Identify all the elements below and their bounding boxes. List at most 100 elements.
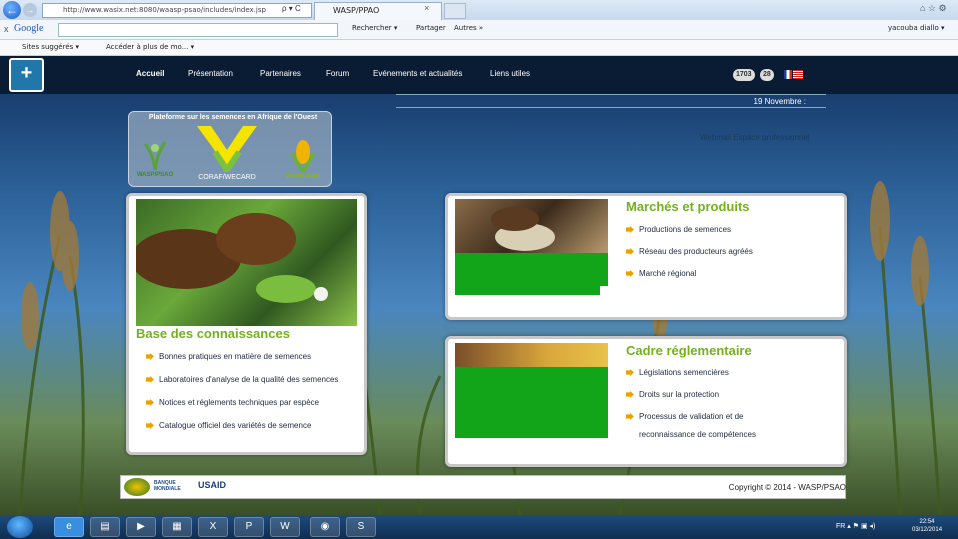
link-label: Catalogue officiel des variétés de semen… [159,421,312,430]
seed-hands-photo [136,199,357,326]
search-button[interactable]: Rechercher ▾ [352,24,397,32]
access-more-link[interactable]: Accéder à plus de mo... ▾ [106,43,194,51]
markets-link[interactable]: Réseau des producteurs agréés [626,247,774,269]
french-flag-icon[interactable] [784,70,792,79]
green-placeholder [455,253,608,286]
link-label: Processus de validation et de [639,412,744,421]
nav-liens-utiles[interactable]: Liens utiles [490,69,530,78]
excel-taskbar-icon[interactable]: X [198,517,228,537]
clock-time: 22:54 [919,519,935,525]
home-logo-icon[interactable]: + [9,58,44,92]
arrow-bullet-icon [626,391,634,398]
nav-accueil[interactable]: Accueil [136,69,164,78]
green-placeholder [455,410,608,438]
nav-partenaires[interactable]: Partenaires [260,69,301,78]
powerpoint-taskbar-icon[interactable]: P [234,517,264,537]
maize-photo [455,343,608,367]
address-controls[interactable]: ρ ▾ C [282,4,301,13]
nav-evenements[interactable]: Evénements et actualités [373,69,462,78]
suggested-sites-link[interactable]: Sites suggérés ▾ [22,43,79,51]
close-toolbar-icon[interactable]: x [4,24,9,34]
arrow-bullet-icon [146,422,154,429]
share-button[interactable]: Partager [416,24,446,32]
world-bank-logo[interactable]: BANQUE MONDIALE [154,480,194,494]
beans-photo [455,199,608,253]
new-tab-button[interactable] [444,3,466,19]
chrome-taskbar-icon[interactable]: ◉ [310,517,340,537]
coraf-label: CORAF/WECARD [198,174,256,181]
knowledge-link[interactable]: Bonnes pratiques en matière de semences [146,352,356,375]
regulatory-links: Législations semencières Droits sur la p… [626,368,776,444]
knowledge-link[interactable]: Notices et réglements techniques par esp… [146,398,356,421]
link-label: Bonnes pratiques en matière de semences [159,352,312,361]
arrow-bullet-icon [626,270,634,277]
user-menu[interactable]: yacouba diallo ▾ [888,24,945,32]
google-logo: Google [14,23,44,34]
word-taskbar-icon[interactable]: W [270,517,300,537]
back-button[interactable]: ← [3,1,21,19]
arrow-bullet-icon [626,369,634,376]
copyright-text: Copyright © 2014 - WASP/PSAO [728,483,846,492]
regulatory-link-continued[interactable]: reconnaissance de compétences [626,430,776,444]
start-button[interactable] [7,516,33,538]
link-label: Législations semencières [639,368,729,377]
webmail-links[interactable]: Webmail Espace professionnel [700,133,810,142]
explorer-taskbar-icon[interactable]: ▤ [90,517,120,537]
nav-presentation[interactable]: Présentation [188,69,233,78]
date-banner: 19 Novembre : [396,94,826,108]
online-counter: 28 [760,69,774,81]
media-taskbar-icon[interactable]: ▶ [126,517,156,537]
system-clock[interactable]: 22:54 03/12/2014 [912,518,942,534]
link-label: Laboratoires d'analyse de la qualité des… [159,375,339,384]
system-tray[interactable]: FR ▴ ⚑ ▣ ◂) [836,522,875,530]
regulatory-link[interactable]: Droits sur la protection [626,390,776,412]
link-label: Droits sur la protection [639,390,720,399]
markets-links: Productions de semences Réseau des produ… [626,225,774,291]
arrow-bullet-icon [146,399,154,406]
usaid-logo[interactable]: USAID [198,480,226,490]
knowledge-link[interactable]: Laboratoires d'analyse de la qualité des… [146,375,356,398]
markets-title: Marchés et produits [626,199,750,214]
link-label: Productions de semences [639,225,732,234]
visitor-counter: 1703 [733,69,755,81]
google-search-input[interactable] [58,23,338,37]
arrow-bullet-icon [626,226,634,233]
partners-title: Plateforme sur les semences en Afrique d… [148,114,318,121]
link-label: Notices et réglements techniques par esp… [159,398,320,407]
coraf-logo[interactable]: CORAF/WECARD [193,122,261,181]
link-label: Réseau des producteurs agréés [639,247,753,256]
regulatory-link[interactable]: Processus de validation et de [626,412,776,430]
address-bar[interactable]: http://www.wasix.net:8080/waasp-psao/inc… [42,3,312,18]
skype-taskbar-icon[interactable]: S [346,517,376,537]
wasp-logo[interactable]: WASP/PSAO [135,136,175,181]
green-placeholder [455,285,600,295]
arrow-bullet-icon [626,413,634,420]
markets-link[interactable]: Marché régional [626,269,774,291]
regulatory-title: Cadre réglementaire [626,343,752,358]
tab-close-icon[interactable]: × [424,3,429,13]
link-label: Marché régional [639,269,697,278]
knowledge-link[interactable]: Catalogue officiel des variétés de semen… [146,421,356,444]
green-placeholder [455,367,608,410]
arrow-bullet-icon [146,353,154,360]
ecowas-logo[interactable] [124,478,150,496]
knowledge-links: Bonnes pratiques en matière de semences … [146,352,356,444]
clock-date: 03/12/2014 [912,527,943,533]
more-button[interactable]: Autres » [454,24,483,32]
nav-forum[interactable]: Forum [326,69,349,78]
waapp-label: WAAPP/PPAO [286,174,320,180]
english-flag-icon[interactable] [793,70,803,79]
forward-button[interactable]: → [23,3,37,17]
language-indicator[interactable]: FR [836,523,845,530]
waapp-logo[interactable]: WAAPP/PPAO [282,138,324,182]
wasp-label: WASP/PSAO [136,172,174,178]
regulatory-link[interactable]: Législations semencières [626,368,776,390]
browser-tab[interactable]: WASP/PPAO [314,2,442,20]
markets-link[interactable]: Productions de semences [626,225,774,247]
window-controls[interactable]: ⌂ ☆ ⚙ [920,3,947,14]
folder-taskbar-icon[interactable]: ▦ [162,517,192,537]
arrow-bullet-icon [146,376,154,383]
arrow-bullet-icon [626,248,634,255]
ie-taskbar-icon[interactable]: e [54,517,84,537]
knowledge-title: Base des connaissances [136,326,290,341]
